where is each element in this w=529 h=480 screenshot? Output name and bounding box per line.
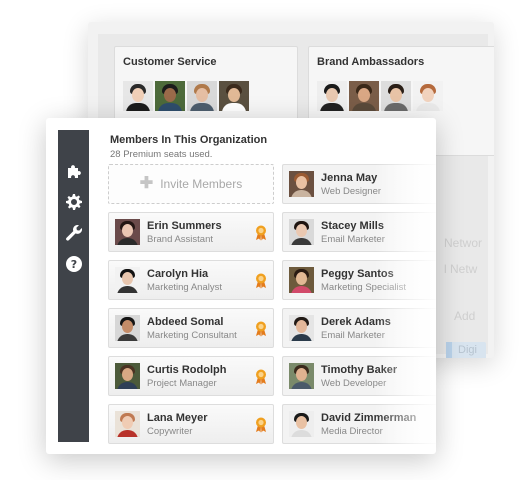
avatar — [289, 411, 314, 437]
avatar-photo — [317, 81, 347, 111]
avatar[interactable] — [155, 81, 185, 111]
avatar — [115, 315, 140, 341]
avatar[interactable] — [317, 81, 347, 111]
avatar — [115, 411, 140, 437]
avatar-photo — [187, 81, 217, 111]
avatar-photo — [349, 81, 379, 111]
faded-button-label: Digi — [458, 344, 477, 356]
member-role: Marketing Consultant — [147, 330, 237, 341]
member-card[interactable]: Abdeed Somal Marketing Consultant — [108, 308, 274, 348]
member-card[interactable]: Curtis Rodolph Project Manager — [108, 356, 274, 396]
member-name: Abdeed Somal — [147, 316, 224, 328]
member-name: Erin Summers — [147, 220, 222, 232]
avatar[interactable] — [381, 81, 411, 111]
avatar-photo — [219, 81, 249, 111]
avatar[interactable] — [413, 81, 443, 111]
avatar-photo — [381, 81, 411, 111]
avatar[interactable] — [219, 81, 249, 111]
help-icon[interactable]: ? — [63, 253, 84, 274]
award-badge-icon — [256, 417, 266, 433]
member-name: Jenna May — [321, 172, 378, 184]
member-role: Brand Assistant — [147, 234, 214, 245]
avatar[interactable] — [187, 81, 217, 111]
plus-icon: ✚ — [139, 175, 154, 192]
avatar — [289, 219, 314, 245]
edge-fade — [376, 158, 436, 448]
member-role: Project Manager — [147, 378, 217, 389]
avatar — [289, 315, 314, 341]
group-avatar-list — [123, 81, 249, 111]
button-accent — [446, 342, 452, 358]
faded-label: l Netw — [444, 262, 478, 276]
avatar[interactable] — [349, 81, 379, 111]
wrench-icon[interactable] — [63, 222, 84, 243]
invite-members-button[interactable]: ✚ Invite Members — [108, 164, 274, 204]
page-title: Members In This Organization — [110, 134, 268, 146]
avatar — [289, 363, 314, 389]
avatar[interactable] — [123, 81, 153, 111]
avatar — [115, 363, 140, 389]
faded-add-label: Add — [454, 309, 476, 323]
svg-text:?: ? — [70, 258, 76, 271]
group-title: Brand Ambassadors — [317, 56, 425, 68]
invite-members-label: Invite Members — [160, 177, 243, 191]
avatar-photo — [155, 81, 185, 111]
member-card[interactable]: Erin Summers Brand Assistant — [108, 212, 274, 252]
seats-used-text: 28 Premium seats used. — [110, 149, 213, 160]
avatar-photo — [413, 81, 443, 111]
faded-button: Digi — [446, 342, 486, 358]
member-role: Marketing Analyst — [147, 282, 222, 293]
member-role: Web Designer — [321, 186, 382, 197]
member-card[interactable]: Carolyn Hia Marketing Analyst — [108, 260, 274, 300]
faded-label: Networ — [444, 236, 483, 250]
avatar — [289, 171, 314, 197]
member-name: Lana Meyer — [147, 412, 208, 424]
group-avatar-list — [317, 81, 443, 111]
members-window: ? Members In This Organization 28 Premiu… — [46, 118, 436, 454]
award-badge-icon — [256, 273, 266, 289]
member-role: Media Director — [321, 426, 383, 437]
avatar — [115, 267, 140, 293]
award-badge-icon — [256, 369, 266, 385]
gear-icon[interactable] — [63, 191, 84, 212]
member-role: Copywriter — [147, 426, 193, 437]
avatar-photo — [123, 81, 153, 111]
puzzle-icon[interactable] — [63, 160, 84, 181]
member-card[interactable]: Lana Meyer Copywriter — [108, 404, 274, 444]
sidebar: ? — [58, 130, 89, 442]
award-badge-icon — [256, 321, 266, 337]
avatar — [289, 267, 314, 293]
member-name: Curtis Rodolph — [147, 364, 227, 376]
award-badge-icon — [256, 225, 266, 241]
member-name: Stacey Mills — [321, 220, 384, 232]
member-name: Carolyn Hia — [147, 268, 209, 280]
avatar — [115, 219, 140, 245]
group-title: Customer Service — [123, 56, 217, 68]
